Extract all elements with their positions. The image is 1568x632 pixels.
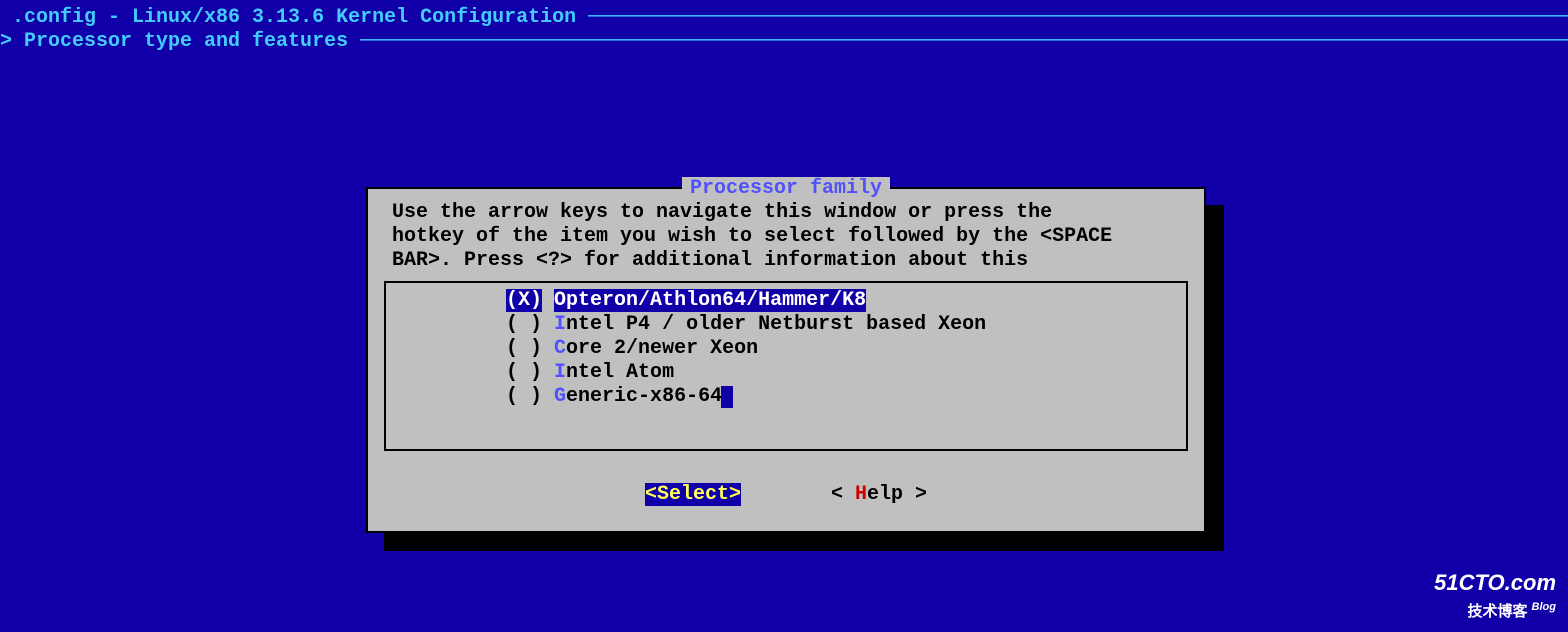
- radio-marker: ( ): [506, 313, 542, 336]
- dialog-box: Processor family Use the arrow keys to n…: [366, 187, 1206, 533]
- option-label: eneric-x86-64: [566, 385, 722, 408]
- option-label: ntel Atom: [566, 361, 674, 384]
- header-line-1: .config - Linux/x86 3.13.6 Kernel Config…: [0, 6, 1568, 30]
- watermark: 51CTO.com 技术博客Blog: [1434, 571, 1556, 624]
- breadcrumb-text: Processor type and features: [24, 30, 348, 53]
- watermark-line2: 技术博客Blog: [1434, 595, 1556, 624]
- select-button[interactable]: <Select>: [645, 483, 741, 506]
- help-button[interactable]: < Help >: [831, 483, 927, 506]
- option-label: ore 2/newer Xeon: [566, 337, 758, 360]
- option-hotkey: G: [554, 385, 566, 408]
- header-dash-1: ────────────────────────────────────────…: [588, 6, 1568, 29]
- dialog-title: Processor family: [682, 177, 890, 200]
- options-list: (X) Opteron/Athlon64/Hammer/K8 ( ) Intel…: [384, 281, 1188, 451]
- option-intel-atom[interactable]: ( ) Intel Atom: [386, 361, 1186, 385]
- text-cursor: [721, 386, 733, 408]
- help-open: <: [831, 483, 855, 506]
- dialog-buttons: <Select>< Help >: [368, 467, 1204, 519]
- option-opteron[interactable]: (X) Opteron/Athlon64/Hammer/K8: [386, 289, 1186, 313]
- option-hotkey: I: [554, 313, 566, 336]
- help-rest: elp >: [867, 483, 927, 506]
- breadcrumb-prefix: >: [0, 30, 24, 53]
- dialog-title-wrap: Processor family: [368, 177, 1204, 201]
- radio-marker: (X): [506, 289, 542, 312]
- option-core2[interactable]: ( ) Core 2/newer Xeon: [386, 337, 1186, 361]
- option-hotkey: I: [554, 361, 566, 384]
- config-title: .config - Linux/x86 3.13.6 Kernel Config…: [12, 6, 576, 29]
- angle-open: <: [645, 483, 657, 506]
- help-line-2: hotkey of the item you wish to select fo…: [392, 225, 1112, 248]
- watermark-blog: Blog: [1532, 601, 1556, 613]
- dialog-help-text: Use the arrow keys to navigate this wind…: [368, 189, 1204, 281]
- radio-marker: ( ): [506, 361, 542, 384]
- header-dash-2: ────────────────────────────────────────…: [360, 30, 1568, 53]
- option-hotkey: C: [554, 337, 566, 360]
- option-hotkey: O: [554, 289, 566, 312]
- help-hotkey: H: [855, 483, 867, 506]
- option-intel-p4[interactable]: ( ) Intel P4 / older Netburst based Xeon: [386, 313, 1186, 337]
- radio-marker: ( ): [506, 385, 542, 408]
- radio-marker: ( ): [506, 337, 542, 360]
- header-line-2: > Processor type and features ──────────…: [0, 30, 1568, 54]
- option-label: pteron/Athlon64/Hammer/K8: [566, 289, 866, 312]
- select-label: Select: [657, 483, 729, 506]
- option-label: ntel P4 / older Netburst based Xeon: [566, 313, 986, 336]
- option-generic-x86-64[interactable]: ( ) Generic-x86-64: [386, 385, 1186, 409]
- watermark-line1: 51CTO.com: [1434, 571, 1556, 595]
- help-line-1: Use the arrow keys to navigate this wind…: [392, 201, 1052, 224]
- help-line-3: BAR>. Press <?> for additional informati…: [392, 249, 1028, 272]
- angle-close: >: [729, 483, 741, 506]
